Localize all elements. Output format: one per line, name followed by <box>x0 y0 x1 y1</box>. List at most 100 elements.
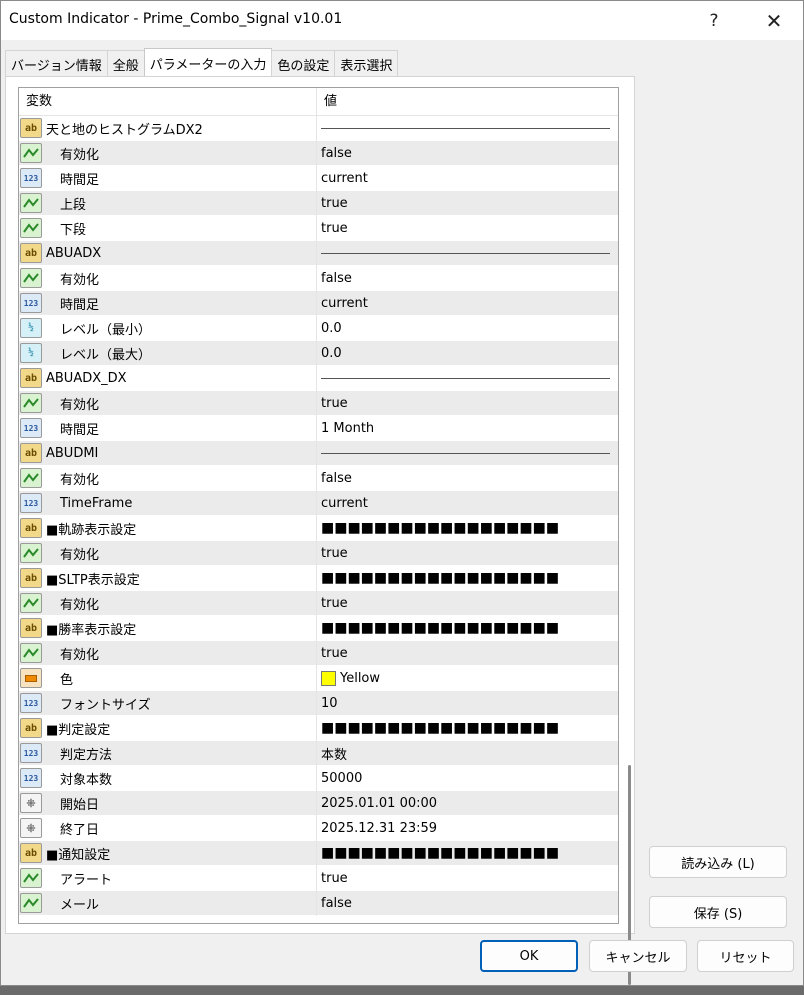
table-row[interactable]: 123 TimeFrame current <box>19 490 618 516</box>
value-cell[interactable]: 0.0 <box>317 341 618 366</box>
variable-cell: ⁜ 終了日 <box>19 815 317 841</box>
value-cell[interactable]: false <box>317 891 618 916</box>
value-cell[interactable] <box>317 366 618 391</box>
table-row[interactable]: 有効化 true <box>19 590 618 616</box>
table-row[interactable]: アラート true <box>19 865 618 891</box>
table-row[interactable]: ab ■勝率表示設定 ■■■■■■■■■■■■■■■■■■ <box>19 615 618 641</box>
value-cell[interactable]: ■■■■■■■■■■■■■■■■■■ <box>317 716 618 741</box>
value-cell[interactable]: 1 Month <box>317 416 618 441</box>
value-cell[interactable] <box>317 441 618 466</box>
close-button[interactable]: ✕ <box>751 1 797 40</box>
table-row[interactable]: 上段 true <box>19 190 618 216</box>
value-cell[interactable]: true <box>317 591 618 616</box>
value-cell[interactable]: 10 <box>317 691 618 716</box>
table-row[interactable]: ab ■通知設定 ■■■■■■■■■■■■■■■■■■ <box>19 840 618 866</box>
table-row[interactable]: 123 判定方法 本数 <box>19 740 618 766</box>
value-cell[interactable]: false <box>317 466 618 491</box>
parameter-name: 有効化 <box>60 272 100 288</box>
variable-cell: ⁜ 開始日 <box>19 790 317 816</box>
cancel-button[interactable]: キャンセル <box>589 940 687 972</box>
parameter-name: 上段 <box>60 197 87 213</box>
value-cell[interactable]: Yellow <box>317 666 618 691</box>
value-cell[interactable] <box>317 116 618 141</box>
value-cell[interactable]: true <box>317 216 618 241</box>
table-row[interactable]: ½ レベル（最大） 0.0 <box>19 340 618 366</box>
tab-0[interactable]: バージョン情報 <box>5 50 108 77</box>
value-cell[interactable]: current <box>317 491 618 516</box>
value-cell[interactable]: ■■■■■■■■■■■■■■■■■■ <box>317 566 618 591</box>
table-row[interactable]: 色 Yellow <box>19 665 618 691</box>
parameter-name: 有効化 <box>60 647 100 663</box>
value-cell[interactable]: true <box>317 641 618 666</box>
value-cell[interactable]: 50000 <box>317 766 618 791</box>
table-row[interactable]: 有効化 false <box>19 465 618 491</box>
help-button[interactable]: ? <box>691 1 737 40</box>
tab-1[interactable]: 全般 <box>106 50 145 77</box>
value-cell[interactable]: false <box>317 266 618 291</box>
value-cell[interactable]: true <box>317 191 618 216</box>
table-row[interactable]: 123 時間足 1 Month <box>19 415 618 441</box>
value-cell[interactable]: current <box>317 166 618 191</box>
variable-cell: 下段 <box>19 215 317 241</box>
value-cell[interactable] <box>317 241 618 266</box>
table-row[interactable]: 有効化 true <box>19 540 618 566</box>
variable-cell: 123 判定方法 <box>19 740 317 766</box>
table-row[interactable]: ab 天と地のヒストグラムDX2 <box>19 115 618 141</box>
table-row[interactable]: ab ■SLTP表示設定 ■■■■■■■■■■■■■■■■■■ <box>19 565 618 591</box>
value-cell[interactable]: ■■■■■■■■■■■■■■■■■■ <box>317 616 618 641</box>
string-type-icon: ab <box>20 118 42 138</box>
save-button[interactable]: 保存 (S) <box>649 896 787 928</box>
parameter-list[interactable]: 変数 値 ab 天と地のヒストグラムDX2 有効化 false 123 時間足 curren… <box>18 87 619 924</box>
table-row[interactable]: 123 時間足 current <box>19 290 618 316</box>
value-cell[interactable]: ■■■■■■■■■■■■■■■■■■ <box>317 841 618 866</box>
table-row[interactable]: 123 対象本数 50000 <box>19 765 618 791</box>
value-cell[interactable]: 0.0 <box>317 316 618 341</box>
datetime-type-icon: ⁜ <box>20 818 42 838</box>
parameter-value: 0.0 <box>321 345 342 361</box>
value-cell[interactable]: true <box>317 866 618 891</box>
table-row[interactable]: 有効化 false <box>19 140 618 166</box>
table-row[interactable]: 下段 true <box>19 215 618 241</box>
table-row[interactable]: ½ レベル（最小） 0.0 <box>19 315 618 341</box>
value-cell[interactable]: true <box>317 541 618 566</box>
table-row[interactable]: ab ABUDMI <box>19 440 618 466</box>
string-type-icon: ab <box>20 568 42 588</box>
parameter-name: TimeFrame <box>60 495 133 511</box>
value-cell[interactable]: ■■■■■■■■■■■■■■■■■■ <box>317 516 618 541</box>
string-type-icon: ab <box>20 443 42 463</box>
value-cell[interactable]: 2025.01.01 00:00 <box>317 791 618 816</box>
tab-2[interactable]: パラメーターの入力 <box>143 48 273 77</box>
table-row[interactable]: 123 時間足 current <box>19 165 618 191</box>
table-row[interactable]: 有効化 false <box>19 265 618 291</box>
column-header-variable[interactable]: 変数 <box>19 88 317 115</box>
table-row[interactable]: ab ABUADX <box>19 240 618 266</box>
reset-button[interactable]: リセット <box>697 940 794 972</box>
ok-button[interactable]: OK <box>480 940 578 972</box>
table-row[interactable]: 有効化 true <box>19 390 618 416</box>
table-row[interactable]: ab ■判定設定 ■■■■■■■■■■■■■■■■■■ <box>19 715 618 741</box>
integer-type-icon: 123 <box>20 293 42 313</box>
string-type-icon: ab <box>20 843 42 863</box>
parameter-name: 有効化 <box>60 147 100 163</box>
table-row[interactable]: ab ABUADX_DX <box>19 365 618 391</box>
table-row[interactable]: メール false <box>19 890 618 916</box>
load-button[interactable]: 読み込み (L) <box>649 846 787 878</box>
value-cell[interactable]: 本数 <box>317 741 618 766</box>
table-row[interactable]: ⁜ 開始日 2025.01.01 00:00 <box>19 790 618 816</box>
tab-4[interactable]: 表示選択 <box>334 50 399 77</box>
parameter-name: レベル（最大） <box>60 347 152 363</box>
table-row[interactable]: ⁜ 終了日 2025.12.31 23:59 <box>19 815 618 841</box>
value-cell[interactable]: false <box>317 141 618 166</box>
value-cell[interactable]: 2025.12.31 23:59 <box>317 816 618 841</box>
parameter-value: false <box>321 270 352 286</box>
parameter-name: 下段 <box>60 222 87 238</box>
table-row[interactable]: 123 フォントサイズ 10 <box>19 690 618 716</box>
table-row[interactable]: ab ■軌跡表示設定 ■■■■■■■■■■■■■■■■■■ <box>19 515 618 541</box>
vertical-scrollbar[interactable] <box>627 165 633 995</box>
value-cell[interactable]: current <box>317 291 618 316</box>
value-cell[interactable]: true <box>317 391 618 416</box>
tab-3[interactable]: 色の設定 <box>271 50 336 77</box>
integer-type-icon: 123 <box>20 418 42 438</box>
column-header-value[interactable]: 値 <box>317 88 337 115</box>
table-row[interactable]: 有効化 true <box>19 640 618 666</box>
